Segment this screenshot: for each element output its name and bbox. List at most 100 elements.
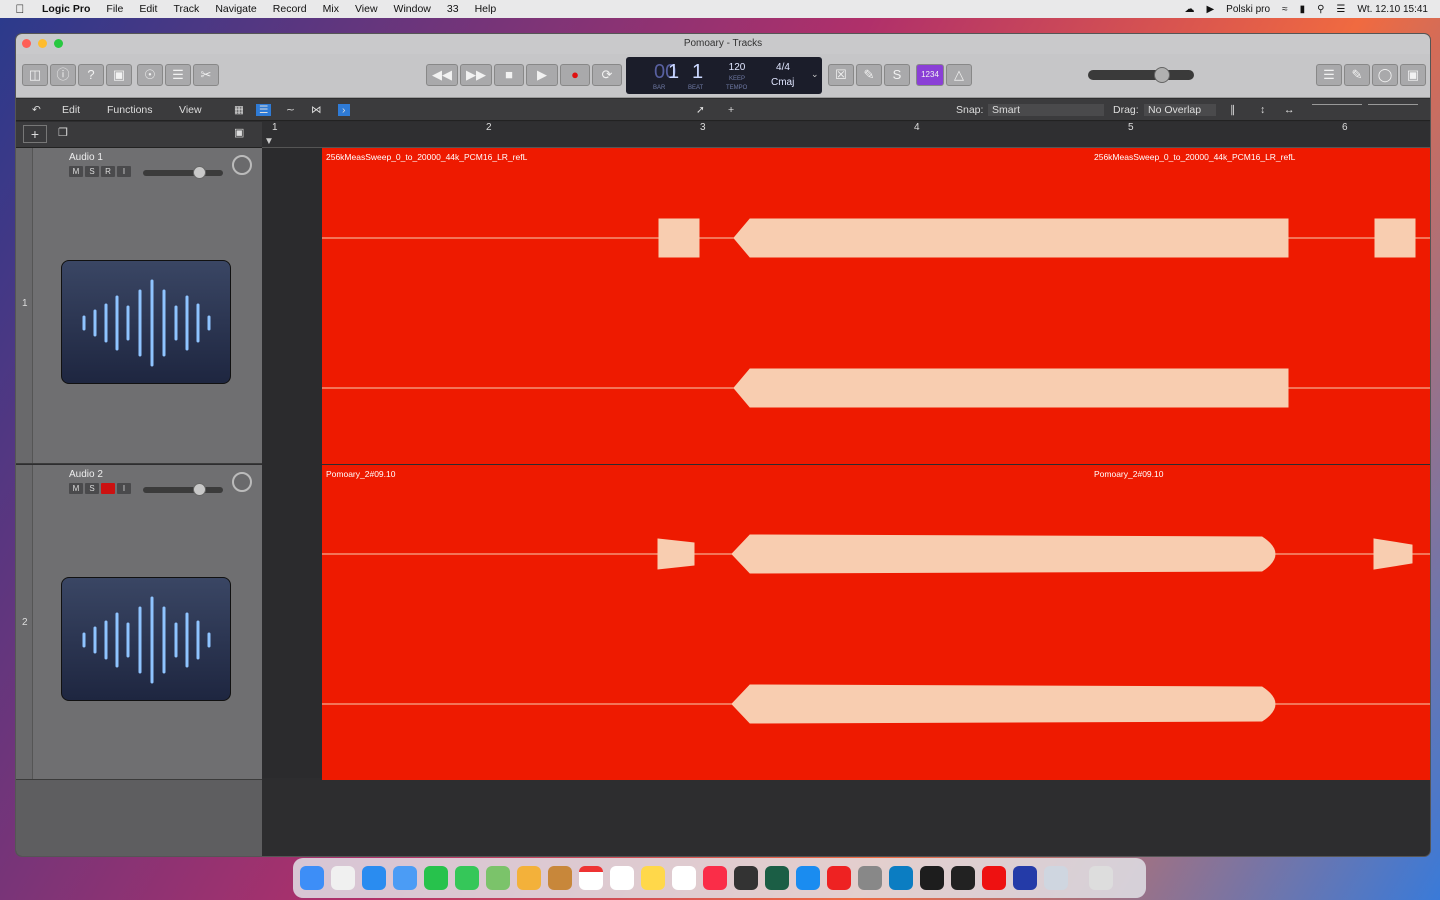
- system-preferences-icon[interactable]: [858, 866, 882, 890]
- tuner-button[interactable]: ✎: [856, 64, 882, 86]
- lcd-menu-chevron-icon[interactable]: ⌄: [811, 69, 819, 80]
- menu-file[interactable]: File: [98, 3, 131, 15]
- wifi-icon[interactable]: ≈: [1282, 4, 1288, 15]
- notes-icon[interactable]: [641, 866, 665, 890]
- track-header-2[interactable]: 2 Audio 2 M S R I: [16, 465, 262, 780]
- metronome-button[interactable]: △: [946, 64, 972, 86]
- reminders-icon[interactable]: [610, 866, 634, 890]
- menu-track[interactable]: Track: [165, 3, 207, 15]
- master-volume-slider[interactable]: [1088, 67, 1194, 83]
- clock[interactable]: Wt. 12.10 15:41: [1357, 4, 1428, 15]
- menu-help[interactable]: Help: [467, 3, 505, 15]
- catch-playhead-icon[interactable]: ›: [338, 104, 350, 116]
- lcd-key[interactable]: Cmaj: [771, 77, 794, 88]
- app-red-icon[interactable]: [982, 866, 1006, 890]
- ruler[interactable]: 1 2 3 4 5 6 ▼: [262, 122, 1430, 148]
- photos-icon[interactable]: [517, 866, 541, 890]
- view-menu[interactable]: View: [179, 104, 202, 116]
- list-editors-button[interactable]: ☰: [1316, 64, 1342, 86]
- automation-icon[interactable]: ∼: [286, 104, 295, 116]
- menu-navigate[interactable]: Navigate: [207, 3, 264, 15]
- minimize-button[interactable]: [38, 39, 47, 48]
- preview-icon[interactable]: [1044, 866, 1068, 890]
- track-name-1[interactable]: Audio 1: [69, 152, 103, 163]
- functions-menu[interactable]: Functions: [107, 104, 153, 116]
- mute-button-2[interactable]: M: [69, 483, 83, 494]
- forward-button[interactable]: ▶▶: [460, 64, 492, 86]
- vertical-fit-icon[interactable]: ↕: [1260, 104, 1265, 116]
- lcd-tempo[interactable]: 120: [726, 62, 748, 73]
- toolbar-button[interactable]: ▣: [106, 64, 132, 86]
- finder-icon[interactable]: [300, 866, 324, 890]
- close-button[interactable]: [22, 39, 31, 48]
- input-monitor-button-2[interactable]: I: [117, 483, 131, 494]
- waveform-zoom-icon[interactable]: ∥: [1230, 104, 1235, 116]
- horizontal-zoom-slider[interactable]: [1368, 104, 1418, 105]
- quick-help-button[interactable]: ?: [78, 64, 104, 86]
- replace-button[interactable]: ☒: [828, 64, 854, 86]
- edit-menu[interactable]: Edit: [62, 104, 80, 116]
- play-button[interactable]: ▶: [526, 64, 558, 86]
- solo-button[interactable]: S: [884, 64, 910, 86]
- loop-browser-button[interactable]: ◯: [1372, 64, 1398, 86]
- music-icon[interactable]: [703, 866, 727, 890]
- drag-select[interactable]: No Overlap: [1144, 104, 1216, 116]
- pointer-tool-icon[interactable]: ➚: [696, 104, 705, 116]
- stop-button[interactable]: ■: [494, 64, 524, 86]
- rewind-button[interactable]: ◀◀: [426, 64, 458, 86]
- record-enable-button-1[interactable]: R: [101, 166, 115, 177]
- track-name-2[interactable]: Audio 2: [69, 469, 103, 480]
- volume-slider-1[interactable]: [143, 166, 223, 179]
- grid-icon[interactable]: ▦: [234, 104, 244, 116]
- playhead-icon[interactable]: ▼: [264, 136, 274, 147]
- calendar-icon[interactable]: [579, 866, 603, 890]
- count-in-button[interactable]: 1234: [916, 64, 944, 86]
- inspector-button[interactable]: ⓘ: [50, 64, 76, 86]
- notepad-button[interactable]: ✎: [1344, 64, 1370, 86]
- mixer-button[interactable]: ☰: [165, 64, 191, 86]
- search-icon[interactable]: ⚲: [1317, 4, 1324, 15]
- solo-button-1[interactable]: S: [85, 166, 99, 177]
- vertical-zoom-slider[interactable]: [1312, 104, 1362, 105]
- flash-icon[interactable]: [827, 866, 851, 890]
- app-store-icon[interactable]: [796, 866, 820, 890]
- battery-icon[interactable]: ▮: [1300, 4, 1306, 15]
- rew-icon[interactable]: [1013, 866, 1037, 890]
- menu-window[interactable]: Window: [386, 3, 439, 15]
- browser-button[interactable]: ▣: [1400, 64, 1426, 86]
- menu-edit[interactable]: Edit: [131, 3, 165, 15]
- messages-icon[interactable]: [455, 866, 479, 890]
- facetime-icon[interactable]: [424, 866, 448, 890]
- audio-region-2[interactable]: Pomoary_2#09.10 Pomoary_2#09.10: [322, 465, 1430, 780]
- zoom-button[interactable]: [54, 39, 63, 48]
- cleaner-icon[interactable]: [951, 866, 975, 890]
- lcd-display[interactable]: 00 1 1 BAR BEAT 120 KEEP TEMPO 4/4 Cmaj …: [626, 57, 822, 94]
- mail-icon[interactable]: [393, 866, 417, 890]
- duplicate-track-icon[interactable]: ❐: [58, 126, 68, 139]
- volume-knob-2[interactable]: [193, 483, 206, 496]
- track-header-1[interactable]: 1 Audio 1 M S R I: [16, 148, 262, 464]
- track-header-menu-icon[interactable]: ▣: [234, 126, 244, 139]
- cloud-icon[interactable]: ☁: [1184, 4, 1194, 15]
- app-icon[interactable]: [920, 866, 944, 890]
- menu-mix[interactable]: Mix: [315, 3, 347, 15]
- mute-button-1[interactable]: M: [69, 166, 83, 177]
- safari-icon[interactable]: [362, 866, 386, 890]
- master-volume-knob[interactable]: [1154, 67, 1170, 83]
- menu-record[interactable]: Record: [265, 3, 315, 15]
- menu-33[interactable]: 33: [439, 3, 467, 15]
- lcd-signature[interactable]: 4/4: [774, 62, 792, 73]
- smart-controls-button[interactable]: ☉: [137, 64, 163, 86]
- pan-knob-1[interactable]: [232, 155, 252, 175]
- cross-tool-icon[interactable]: +: [728, 104, 734, 116]
- trash-icon[interactable]: [1089, 866, 1113, 890]
- volume-slider-2[interactable]: [143, 483, 223, 496]
- cycle-button[interactable]: ⟳: [592, 64, 622, 86]
- control-center-icon[interactable]: ☰: [1336, 4, 1345, 15]
- menu-app[interactable]: Logic Pro: [40, 3, 98, 15]
- affinity-icon[interactable]: [765, 866, 789, 890]
- tracks-view-icon[interactable]: ☰: [256, 104, 272, 116]
- logic-pro-icon[interactable]: [734, 866, 758, 890]
- editors-button[interactable]: ✂: [193, 64, 219, 86]
- snap-select[interactable]: Smart: [988, 104, 1104, 116]
